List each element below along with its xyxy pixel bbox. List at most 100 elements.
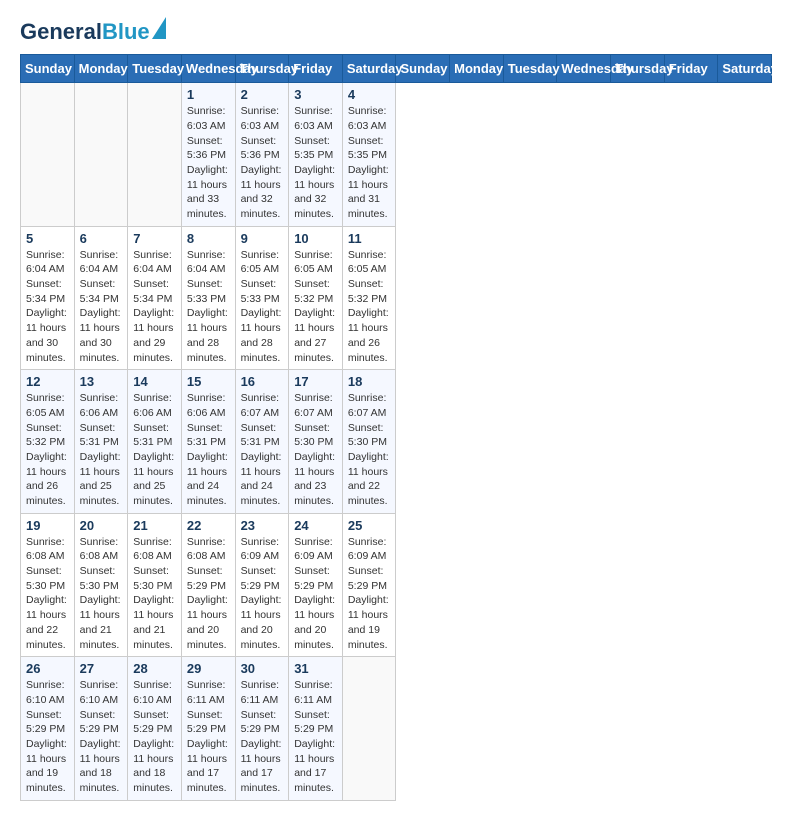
day-info: Sunrise: 6:03 AM Sunset: 5:36 PM Dayligh… — [241, 104, 284, 222]
col-header-monday: Monday — [450, 55, 504, 83]
day-info: Sunrise: 6:04 AM Sunset: 5:34 PM Dayligh… — [80, 248, 123, 366]
logo-text: GeneralBlue — [20, 20, 150, 44]
day-number: 2 — [241, 87, 284, 102]
day-number: 4 — [348, 87, 391, 102]
day-number: 17 — [294, 374, 337, 389]
day-number: 5 — [26, 231, 69, 246]
day-info: Sunrise: 6:08 AM Sunset: 5:30 PM Dayligh… — [133, 535, 176, 653]
day-info: Sunrise: 6:08 AM Sunset: 5:30 PM Dayligh… — [80, 535, 123, 653]
calendar-cell: 29Sunrise: 6:11 AM Sunset: 5:29 PM Dayli… — [181, 657, 235, 801]
calendar-table: SundayMondayTuesdayWednesdayThursdayFrid… — [20, 54, 772, 801]
day-number: 1 — [187, 87, 230, 102]
day-info: Sunrise: 6:05 AM Sunset: 5:33 PM Dayligh… — [241, 248, 284, 366]
calendar-cell: 3Sunrise: 6:03 AM Sunset: 5:35 PM Daylig… — [289, 83, 343, 227]
day-info: Sunrise: 6:04 AM Sunset: 5:34 PM Dayligh… — [133, 248, 176, 366]
day-info: Sunrise: 6:03 AM Sunset: 5:35 PM Dayligh… — [294, 104, 337, 222]
day-info: Sunrise: 6:07 AM Sunset: 5:30 PM Dayligh… — [348, 391, 391, 509]
week-row-1: 1 Sunrise: 6:03 AM Sunset: 5:36 PM Daylig… — [21, 83, 772, 227]
day-info: Sunrise: 6:10 AM Sunset: 5:29 PM Dayligh… — [133, 678, 176, 796]
calendar-cell: 26 Sunrise: 6:10 AM Sunset: 5:29 PM Dayli… — [21, 657, 75, 801]
day-number: 10 — [294, 231, 337, 246]
calendar-cell: 11 Sunrise: 6:05 AM Sunset: 5:32 PM Dayli… — [342, 226, 396, 370]
day-info: Sunrise: 6:11 AM Sunset: 5:29 PM Dayligh… — [241, 678, 284, 796]
day-number: 25 — [348, 518, 391, 533]
calendar-cell — [74, 83, 128, 227]
day-info: Sunrise: 6:06 AM Sunset: 5:31 PM Dayligh… — [80, 391, 123, 509]
day-number: 7 — [133, 231, 176, 246]
calendar-cell — [128, 83, 182, 227]
calendar-cell: 28 Sunrise: 6:10 AM Sunset: 5:29 PM Dayli… — [128, 657, 182, 801]
day-number: 9 — [241, 231, 284, 246]
day-number: 11 — [348, 231, 391, 246]
day-info: Sunrise: 6:08 AM Sunset: 5:30 PM Dayligh… — [26, 535, 69, 653]
calendar-cell: 9 Sunrise: 6:05 AM Sunset: 5:33 PM Daylig… — [235, 226, 289, 370]
col-header-tuesday: Tuesday — [503, 55, 557, 83]
calendar-cell: 6 Sunrise: 6:04 AM Sunset: 5:34 PM Daylig… — [74, 226, 128, 370]
calendar-cell — [342, 657, 396, 801]
calendar-cell: 4Sunrise: 6:03 AM Sunset: 5:35 PM Daylig… — [342, 83, 396, 227]
calendar-cell: 5 Sunrise: 6:04 AM Sunset: 5:34 PM Daylig… — [21, 226, 75, 370]
day-number: 8 — [187, 231, 230, 246]
day-number: 12 — [26, 374, 69, 389]
calendar-cell: 23 Sunrise: 6:09 AM Sunset: 5:29 PM Dayli… — [235, 513, 289, 657]
calendar-cell: 30 Sunrise: 6:11 AM Sunset: 5:29 PM Dayli… — [235, 657, 289, 801]
day-number: 21 — [133, 518, 176, 533]
day-info: Sunrise: 6:09 AM Sunset: 5:29 PM Dayligh… — [348, 535, 391, 653]
day-number: 13 — [80, 374, 123, 389]
week-row-5: 26 Sunrise: 6:10 AM Sunset: 5:29 PM Dayli… — [21, 657, 772, 801]
col-header-saturday: Saturday — [342, 55, 396, 83]
col-header-tuesday: Tuesday — [128, 55, 182, 83]
day-number: 24 — [294, 518, 337, 533]
day-info: Sunrise: 6:04 AM Sunset: 5:33 PM Dayligh… — [187, 248, 230, 366]
calendar-cell: 22Sunrise: 6:08 AM Sunset: 5:29 PM Dayli… — [181, 513, 235, 657]
col-header-friday: Friday — [664, 55, 718, 83]
calendar-cell: 25 Sunrise: 6:09 AM Sunset: 5:29 PM Dayli… — [342, 513, 396, 657]
day-number: 18 — [348, 374, 391, 389]
day-number: 15 — [187, 374, 230, 389]
day-info: Sunrise: 6:11 AM Sunset: 5:29 PM Dayligh… — [294, 678, 337, 796]
day-number: 23 — [241, 518, 284, 533]
calendar-cell: 15 Sunrise: 6:06 AM Sunset: 5:31 PM Dayli… — [181, 370, 235, 514]
calendar-cell: 21 Sunrise: 6:08 AM Sunset: 5:30 PM Dayli… — [128, 513, 182, 657]
day-info: Sunrise: 6:05 AM Sunset: 5:32 PM Dayligh… — [294, 248, 337, 366]
day-info: Sunrise: 6:04 AM Sunset: 5:34 PM Dayligh… — [26, 248, 69, 366]
day-number: 14 — [133, 374, 176, 389]
calendar-cell: 1Sunrise: 6:03 AM Sunset: 5:36 PM Daylig… — [181, 83, 235, 227]
calendar-cell: 17 Sunrise: 6:07 AM Sunset: 5:30 PM Dayli… — [289, 370, 343, 514]
col-header-thursday: Thursday — [235, 55, 289, 83]
col-header-friday: Friday — [289, 55, 343, 83]
calendar-cell: 27Sunrise: 6:10 AM Sunset: 5:29 PM Dayli… — [74, 657, 128, 801]
col-header-thursday: Thursday — [611, 55, 665, 83]
day-info: Sunrise: 6:07 AM Sunset: 5:31 PM Dayligh… — [241, 391, 284, 509]
calendar-cell: 8 Sunrise: 6:04 AM Sunset: 5:33 PM Daylig… — [181, 226, 235, 370]
header-row: SundayMondayTuesdayWednesdayThursdayFrid… — [21, 55, 772, 83]
col-header-sunday: Sunday — [396, 55, 450, 83]
day-number: 30 — [241, 661, 284, 676]
calendar-cell: 16 Sunrise: 6:07 AM Sunset: 5:31 PM Dayli… — [235, 370, 289, 514]
calendar-cell: 18 Sunrise: 6:07 AM Sunset: 5:30 PM Dayli… — [342, 370, 396, 514]
calendar-cell: 31 Sunrise: 6:11 AM Sunset: 5:29 PM Dayli… — [289, 657, 343, 801]
day-info: Sunrise: 6:10 AM Sunset: 5:29 PM Dayligh… — [26, 678, 69, 796]
day-number: 28 — [133, 661, 176, 676]
calendar-cell — [21, 83, 75, 227]
day-number: 31 — [294, 661, 337, 676]
day-number: 16 — [241, 374, 284, 389]
week-row-4: 19Sunrise: 6:08 AM Sunset: 5:30 PM Dayli… — [21, 513, 772, 657]
calendar-cell: 10 Sunrise: 6:05 AM Sunset: 5:32 PM Dayli… — [289, 226, 343, 370]
day-number: 29 — [187, 661, 230, 676]
calendar-cell: 14Sunrise: 6:06 AM Sunset: 5:31 PM Dayli… — [128, 370, 182, 514]
day-info: Sunrise: 6:05 AM Sunset: 5:32 PM Dayligh… — [348, 248, 391, 366]
day-number: 20 — [80, 518, 123, 533]
day-number: 6 — [80, 231, 123, 246]
day-info: Sunrise: 6:07 AM Sunset: 5:30 PM Dayligh… — [294, 391, 337, 509]
day-info: Sunrise: 6:10 AM Sunset: 5:29 PM Dayligh… — [80, 678, 123, 796]
logo-icon — [152, 17, 166, 39]
day-number: 22 — [187, 518, 230, 533]
week-row-2: 5 Sunrise: 6:04 AM Sunset: 5:34 PM Daylig… — [21, 226, 772, 370]
logo: GeneralBlue — [20, 20, 166, 44]
day-info: Sunrise: 6:06 AM Sunset: 5:31 PM Dayligh… — [187, 391, 230, 509]
day-number: 26 — [26, 661, 69, 676]
day-info: Sunrise: 6:09 AM Sunset: 5:29 PM Dayligh… — [241, 535, 284, 653]
col-header-saturday: Saturday — [718, 55, 772, 83]
week-row-3: 12Sunrise: 6:05 AM Sunset: 5:32 PM Dayli… — [21, 370, 772, 514]
